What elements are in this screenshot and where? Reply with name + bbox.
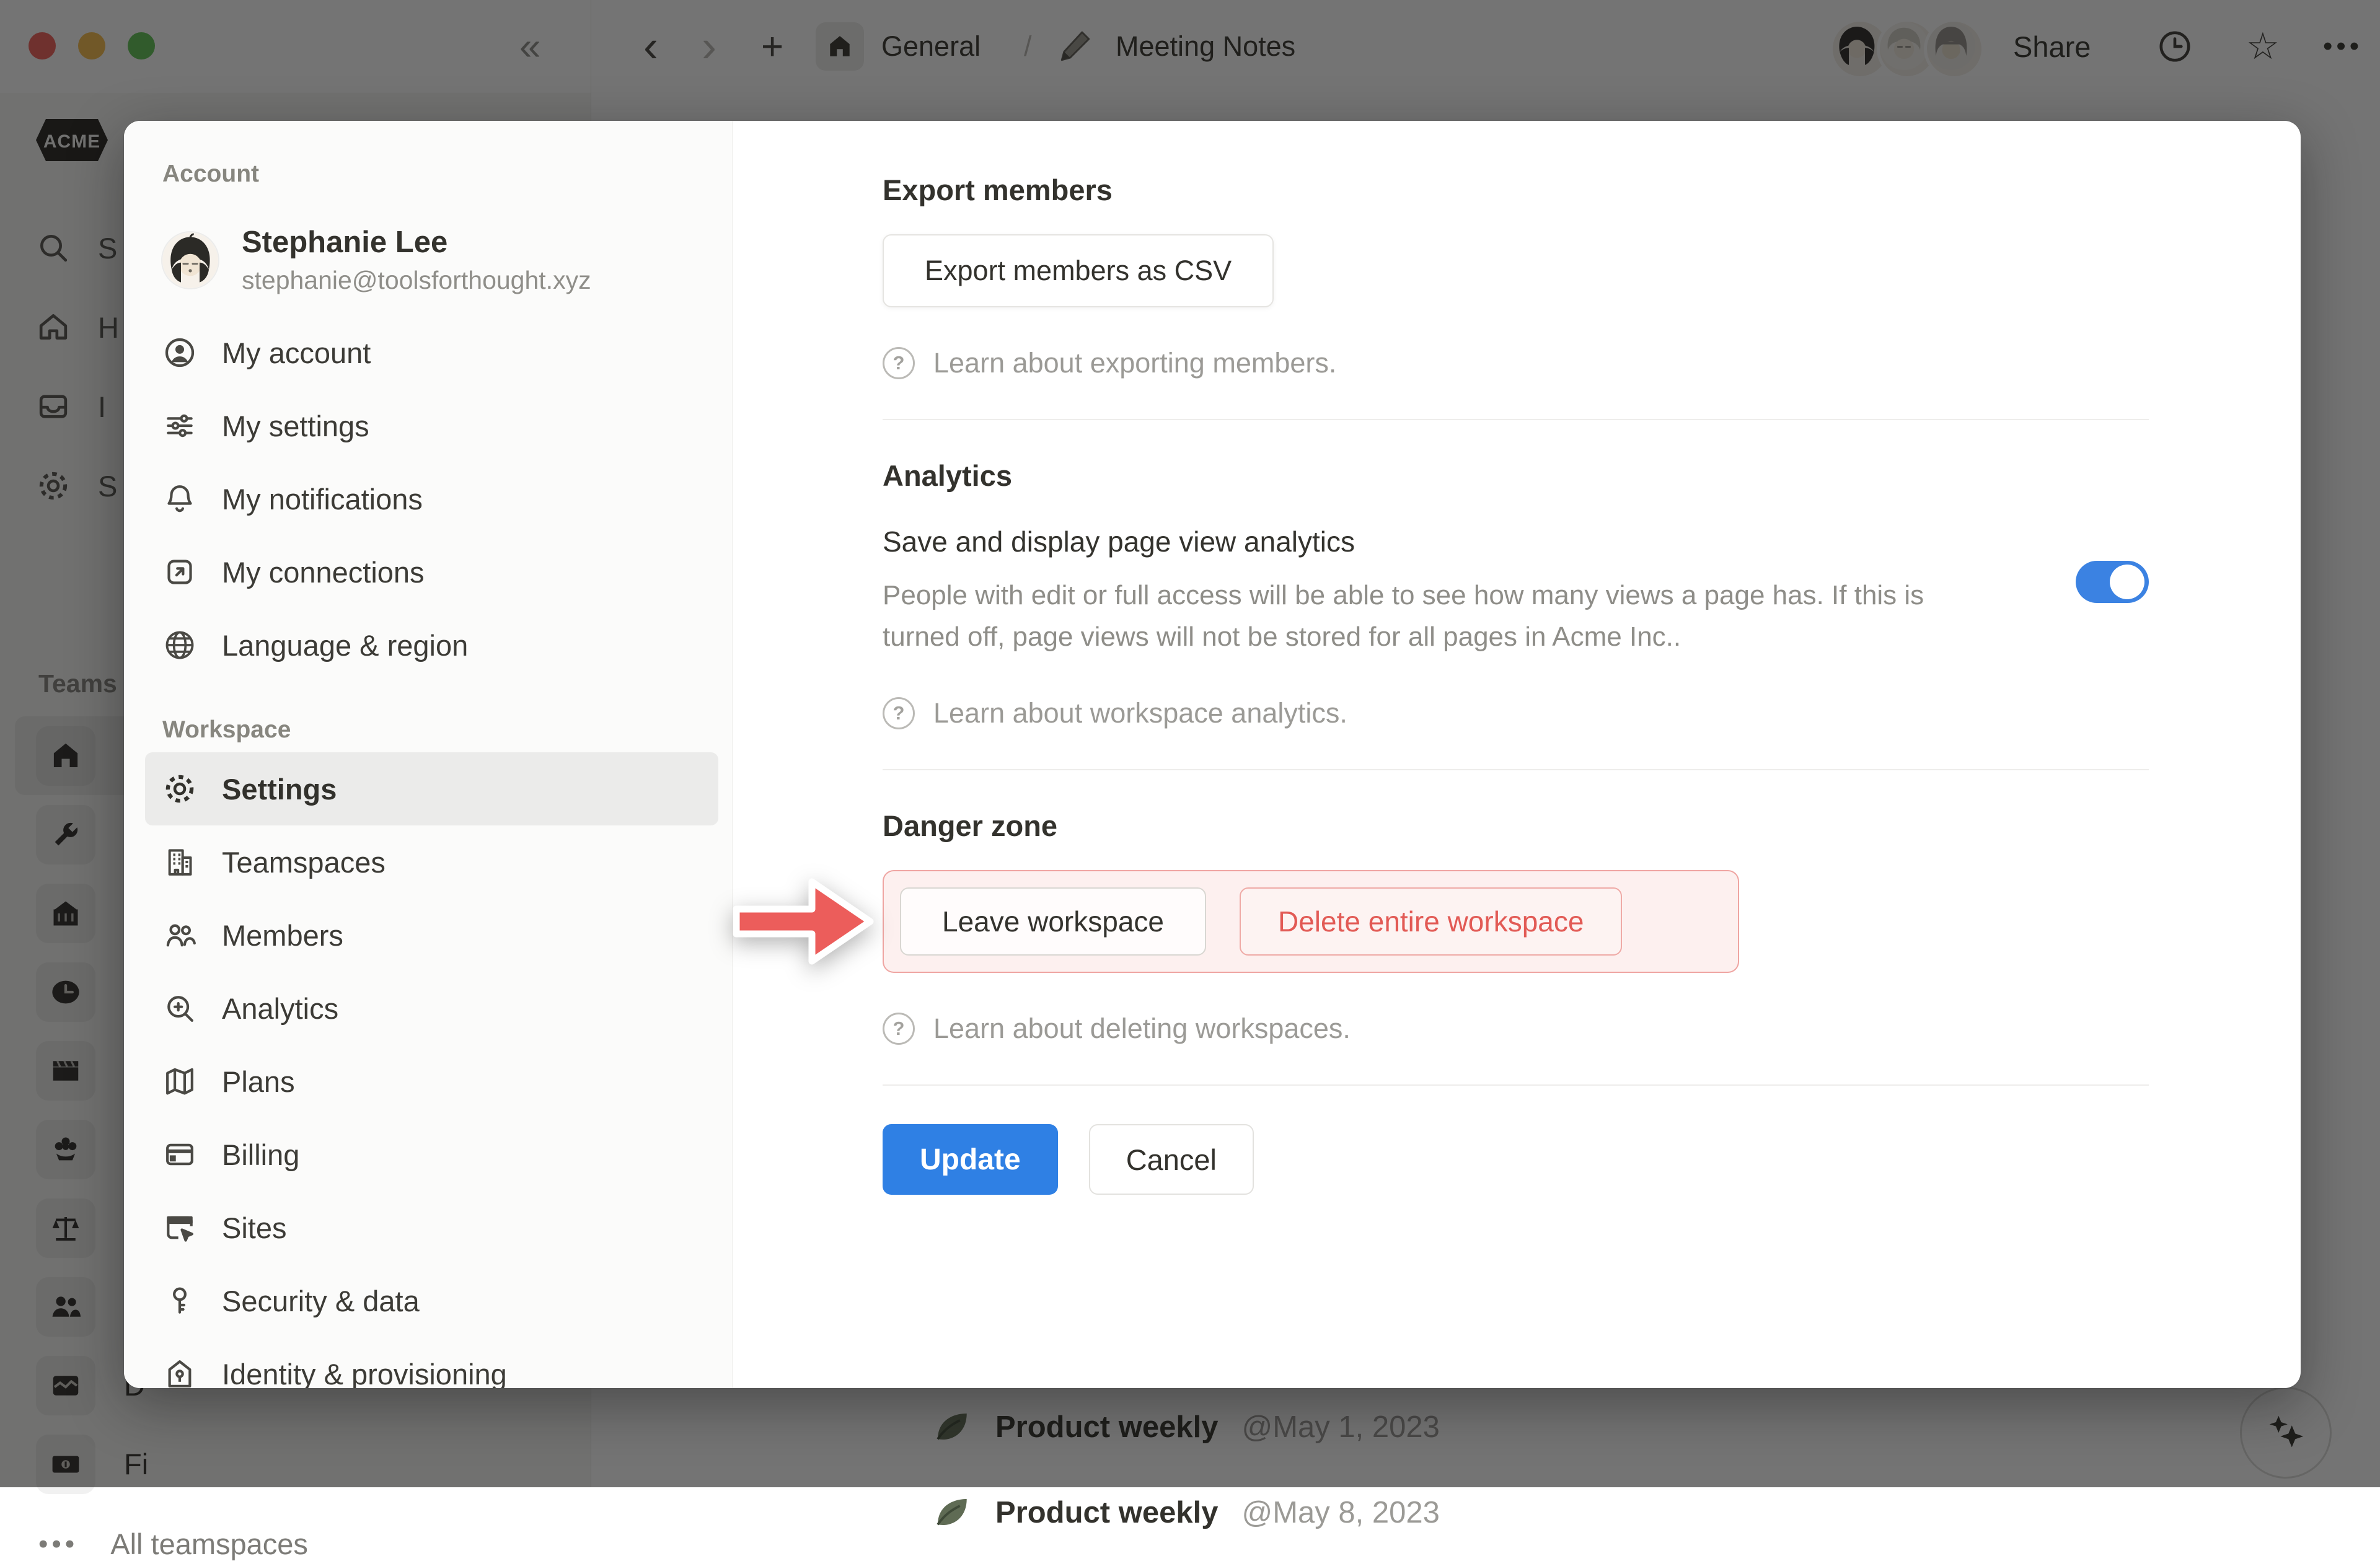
toggle-knob <box>2110 565 2144 599</box>
modal-footer: Update Cancel <box>883 1124 2149 1195</box>
delete-workspace-button[interactable]: Delete entire workspace <box>1240 887 1622 956</box>
settings-nav-my-notifications[interactable]: My notifications <box>145 462 718 535</box>
settings-nav-analytics[interactable]: Analytics <box>145 972 718 1045</box>
update-button[interactable]: Update <box>883 1124 1058 1195</box>
leaf-emoji-icon <box>931 1492 972 1533</box>
magnifier-sparkle-icon <box>162 991 197 1026</box>
danger-zone-title: Danger zone <box>883 809 2149 843</box>
settings-nav-label: Plans <box>222 1065 295 1099</box>
settings-nav-label: My notifications <box>222 482 423 516</box>
export-members-csv-button[interactable]: Export members as CSV <box>883 234 1274 307</box>
user-email: stephanie@toolsforthought.xyz <box>242 266 591 295</box>
key-icon <box>162 1283 197 1318</box>
settings-nav-members[interactable]: Members <box>145 899 718 972</box>
danger-help-row[interactable]: ? Learn about deleting workspaces. <box>883 1013 2149 1045</box>
analytics-title: Analytics <box>883 459 2149 493</box>
identity-badge-icon <box>162 1357 197 1388</box>
settings-nav-billing[interactable]: Billing <box>145 1118 718 1191</box>
settings-nav-sites[interactable]: Sites <box>145 1191 718 1264</box>
danger-zone-box: Leave workspace Delete entire workspace <box>883 870 1739 973</box>
question-circle-icon: ? <box>883 697 915 729</box>
bell-icon <box>162 481 197 516</box>
buildings-icon <box>162 845 197 879</box>
sliders-icon <box>162 408 197 443</box>
page-title: Product weekly <box>995 1495 1218 1530</box>
analytics-setting-row: Save and display page view analytics Peo… <box>883 525 2149 657</box>
account-user-row[interactable]: Stephanie Lee stephanie@toolsforthought.… <box>162 225 718 295</box>
map-icon <box>162 1064 197 1099</box>
analytics-setting-description: People with edit or full access will be … <box>883 574 1936 657</box>
settings-nav-label: My settings <box>222 409 369 443</box>
globe-icon <box>162 628 197 662</box>
annotation-arrow-icon <box>733 872 880 971</box>
gear-icon <box>162 772 197 806</box>
settings-nav-my-settings[interactable]: My settings <box>145 389 718 462</box>
settings-nav-label: Analytics <box>222 992 338 1026</box>
date-mention: @May 8, 2023 <box>1241 1495 1439 1530</box>
page-list-item[interactable]: Product weekly @May 8, 2023 <box>931 1492 1440 1533</box>
danger-help-text: Learn about deleting workspaces. <box>933 1013 1351 1045</box>
all-teamspaces-button[interactable]: ••• All teamspaces <box>38 1527 308 1561</box>
settings-nav-my-account[interactable]: My account <box>145 316 718 389</box>
danger-zone-container: Leave workspace Delete entire workspace <box>883 870 1739 973</box>
ellipsis-icon: ••• <box>38 1529 78 1560</box>
settings-nav-label: Language & region <box>222 628 468 662</box>
settings-nav-label: Security & data <box>222 1284 420 1318</box>
user-name: Stephanie Lee <box>242 225 591 260</box>
settings-nav-identity-provisioning[interactable]: Identity & provisioning <box>145 1337 718 1388</box>
settings-nav-label: Sites <box>222 1211 287 1245</box>
settings-nav-label: Members <box>222 918 343 952</box>
section-divider <box>883 769 2149 770</box>
settings-nav-label: My connections <box>222 555 425 589</box>
person-circle-icon <box>162 335 197 370</box>
members-icon <box>162 918 197 952</box>
all-teamspaces-label: All teamspaces <box>110 1527 308 1561</box>
cancel-button[interactable]: Cancel <box>1089 1124 1254 1195</box>
export-help-row[interactable]: ? Learn about exporting members. <box>883 347 2149 379</box>
settings-nav-language-region[interactable]: Language & region <box>145 609 718 682</box>
question-circle-icon: ? <box>883 1013 915 1045</box>
settings-nav-my-connections[interactable]: My connections <box>145 535 718 609</box>
settings-nav-label: My account <box>222 336 371 370</box>
export-help-text: Learn about exporting members. <box>933 347 1336 379</box>
credit-card-icon <box>162 1137 197 1172</box>
analytics-setting-text: Save and display page view analytics Peo… <box>883 525 1936 657</box>
section-divider <box>883 1084 2149 1086</box>
settings-content: Export members Export members as CSV ? L… <box>733 121 2301 1388</box>
section-divider <box>883 419 2149 420</box>
export-members-title: Export members <box>883 173 2149 207</box>
analytics-help-row[interactable]: ? Learn about workspace analytics. <box>883 697 2149 729</box>
settings-nav-security-data[interactable]: Security & data <box>145 1264 718 1337</box>
analytics-help-text: Learn about workspace analytics. <box>933 697 1347 729</box>
account-section-label: Account <box>162 160 718 188</box>
arrow-up-right-box-icon <box>162 555 197 589</box>
analytics-setting-title: Save and display page view analytics <box>883 525 1936 558</box>
settings-nav-label: Identity & provisioning <box>222 1357 507 1389</box>
settings-nav-label: Teamspaces <box>222 845 386 879</box>
workspace-section-label: Workspace <box>162 716 718 744</box>
settings-sidebar: Account Stephanie Lee stephanie@toolsfor… <box>124 121 733 1388</box>
settings-nav-label: Settings <box>222 772 337 806</box>
user-avatar <box>162 232 218 288</box>
settings-nav-label: Billing <box>222 1138 299 1172</box>
browser-cursor-icon <box>162 1210 197 1245</box>
settings-nav-plans[interactable]: Plans <box>145 1045 718 1118</box>
question-circle-icon: ? <box>883 347 915 379</box>
settings-nav-teamspaces[interactable]: Teamspaces <box>145 825 718 899</box>
analytics-toggle[interactable] <box>2076 561 2149 603</box>
settings-nav-settings[interactable]: Settings <box>145 752 718 825</box>
leave-workspace-button[interactable]: Leave workspace <box>900 887 1206 956</box>
settings-modal: Account Stephanie Lee stephanie@toolsfor… <box>124 121 2301 1388</box>
